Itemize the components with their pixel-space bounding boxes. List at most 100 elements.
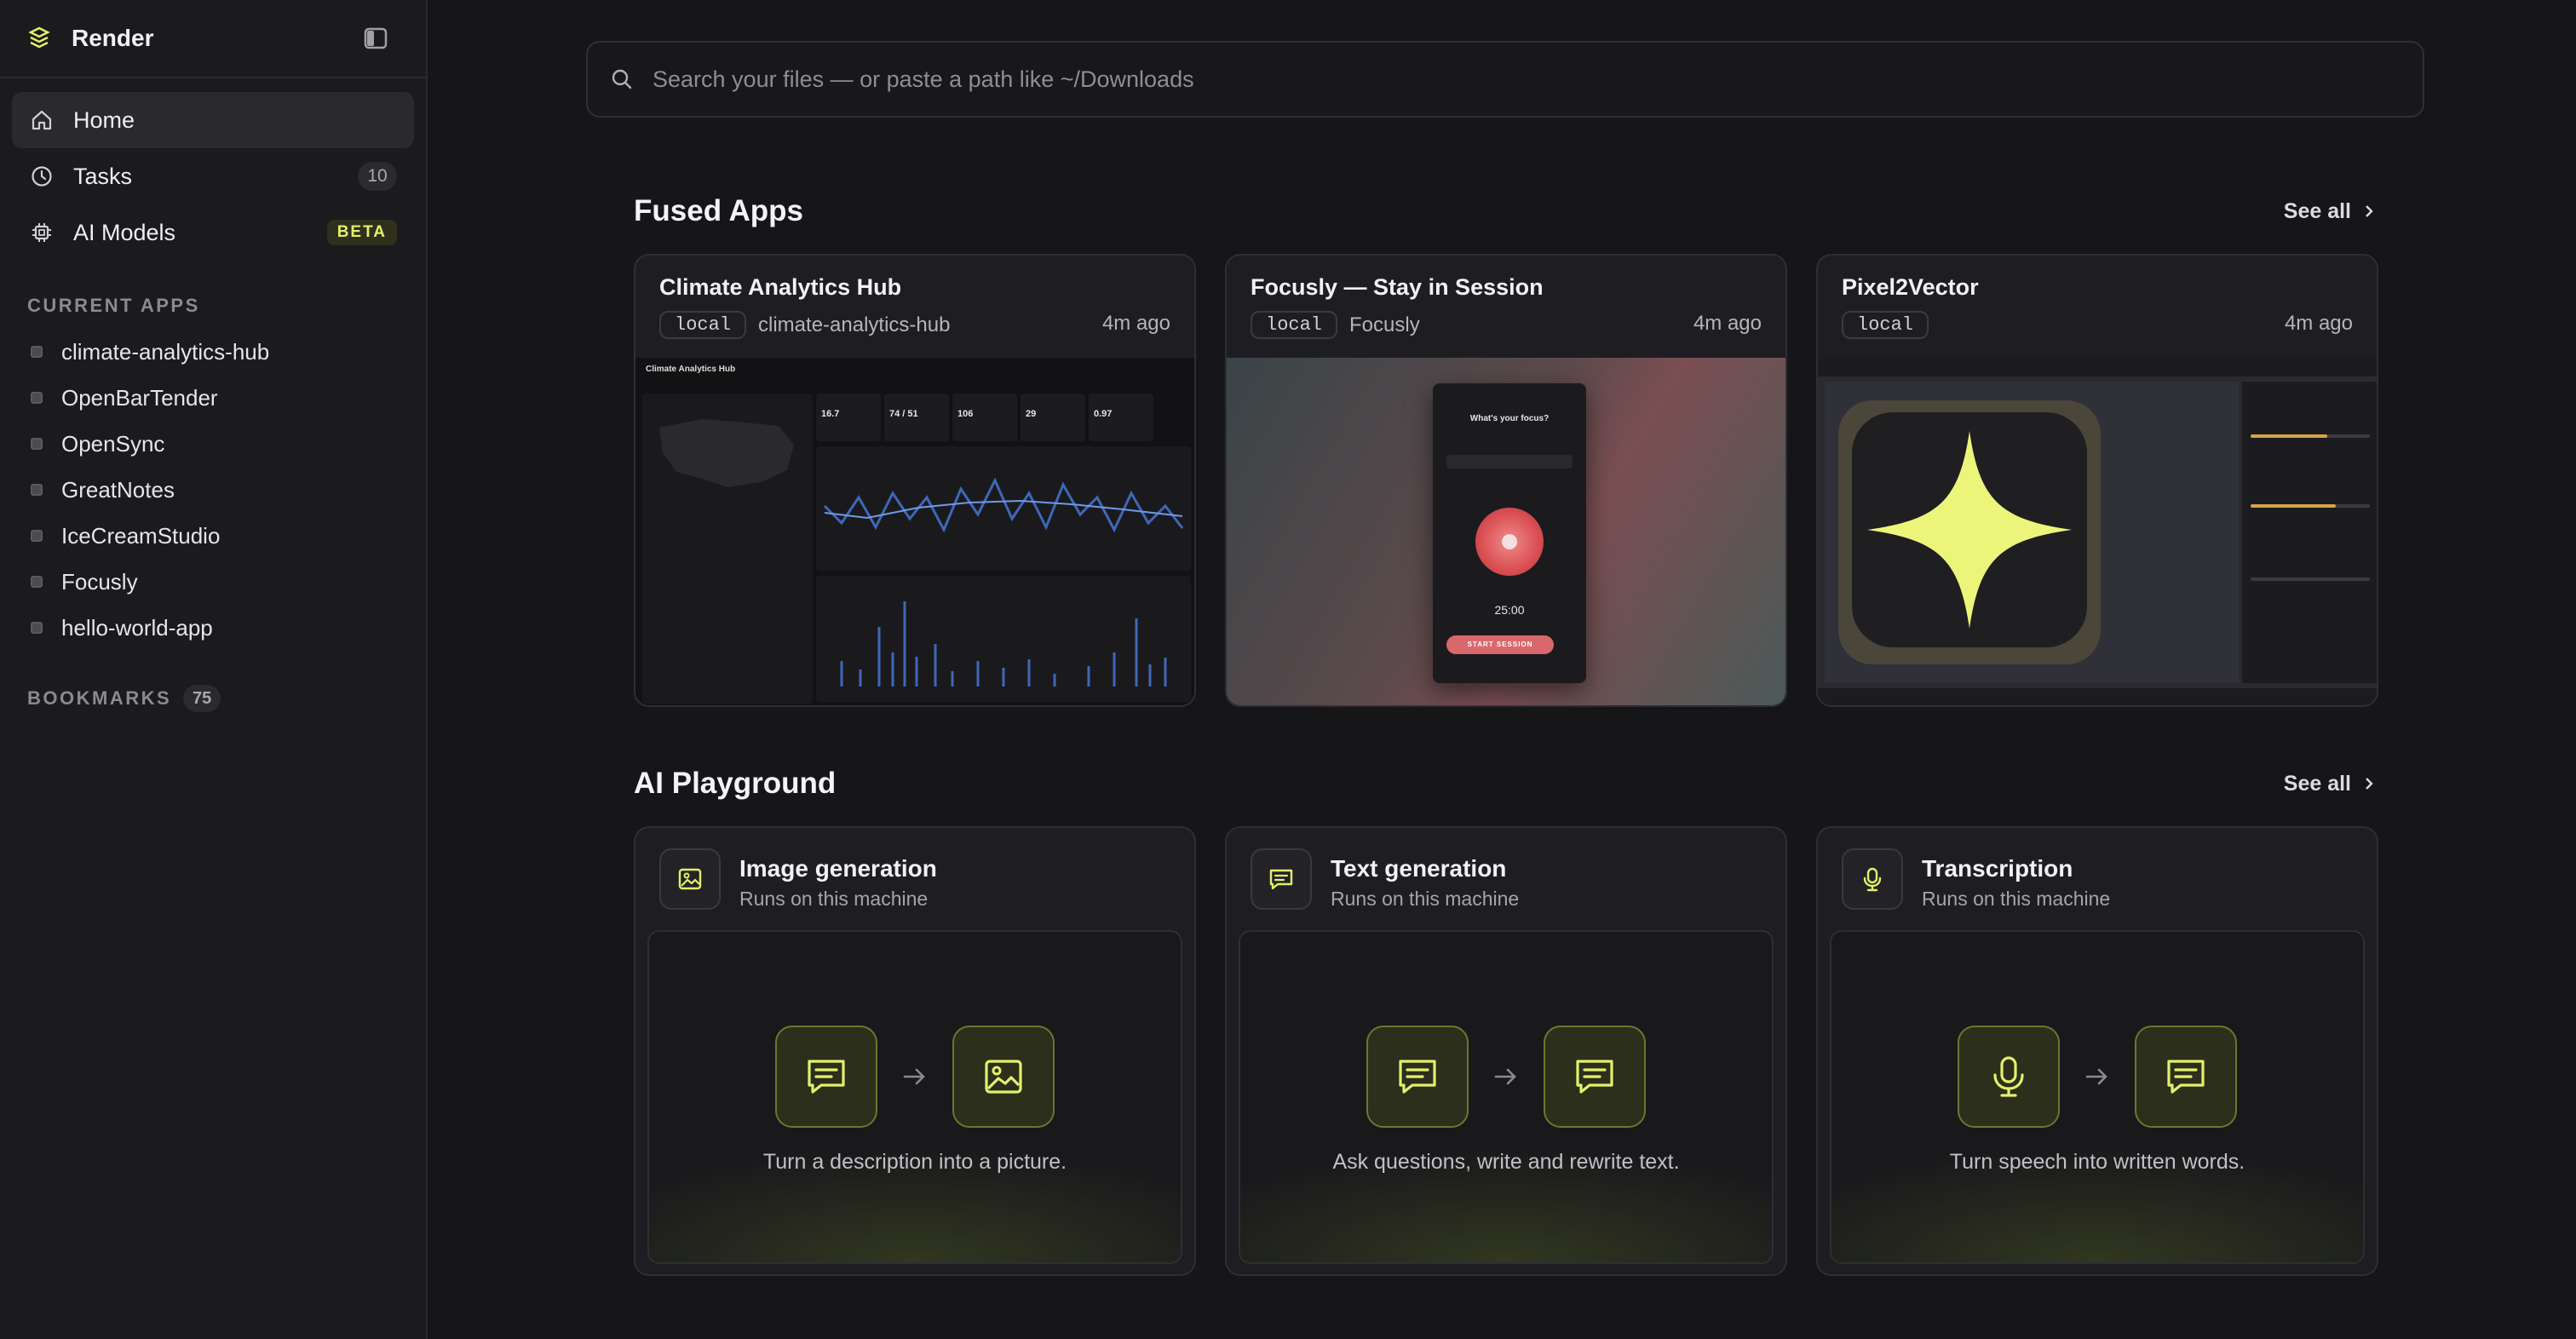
app-label: OpenSync	[61, 430, 165, 457]
timer-dial-graphic	[1475, 508, 1544, 576]
start-session-graphic: START SESSION	[1446, 635, 1554, 654]
nav-item-tasks[interactable]: Tasks 10	[12, 148, 414, 204]
nav-label-ai-models: AI Models	[73, 219, 176, 245]
card-header: Image generation Runs on this machine	[635, 828, 1194, 932]
app-item-hello-world-app[interactable]: hello-world-app	[0, 605, 426, 651]
card-timestamp: 4m ago	[1101, 312, 1170, 335]
stat-tile: 0.97	[1089, 394, 1153, 441]
ai-card-image-generation[interactable]: Image generation Runs on this machine Tu…	[634, 826, 1196, 1276]
flow-diagram	[1831, 1026, 2363, 1128]
app-item-greatnotes[interactable]: GreatNotes	[0, 467, 426, 513]
tasks-count-badge: 10	[358, 162, 397, 191]
stat-value: 16.7	[821, 409, 840, 419]
card-meta: local	[1842, 311, 2353, 339]
preview-map-panel	[642, 394, 813, 704]
chip-icon	[29, 220, 55, 245]
card-header: Focusly — Stay in Session local Focusly …	[1227, 256, 1785, 358]
card-title: Focusly — Stay in Session	[1251, 274, 1544, 300]
card-timestamp: 4m ago	[1693, 312, 1762, 335]
main-nav: Home Tasks 10 AI Models BETA	[0, 78, 426, 261]
app-icon	[31, 346, 43, 358]
ai-playground-header: AI Playground See all	[634, 767, 2375, 801]
chat-icon	[1366, 1026, 1469, 1128]
temperature-line-graphic	[823, 477, 1184, 533]
brand-name: Render	[72, 25, 154, 51]
precipitation-bars-graphic	[840, 601, 1167, 687]
flow-diagram	[649, 1026, 1181, 1128]
chat-icon	[1251, 848, 1312, 910]
app-item-focusly[interactable]: Focusly	[0, 559, 426, 605]
ai-playground-title: AI Playground	[634, 767, 837, 800]
app-label: OpenBarTender	[61, 384, 218, 411]
nav-item-home[interactable]: Home	[12, 92, 414, 148]
card-timestamp: 4m ago	[2284, 312, 2353, 335]
see-all-label: See all	[2283, 771, 2351, 796]
location-tag: local	[1251, 311, 1338, 339]
temperature-chart-panel	[816, 446, 1191, 571]
app-label: GreatNotes	[61, 476, 175, 503]
card-illustration: Turn speech into written words.	[1830, 930, 2365, 1264]
fused-apps-see-all-link[interactable]: See all	[2284, 199, 2375, 224]
card-description: Turn speech into written words.	[1949, 1150, 2245, 1174]
app-item-opensync[interactable]: OpenSync	[0, 421, 426, 467]
app-item-openbartender[interactable]: OpenBarTender	[0, 375, 426, 421]
preview-toolbar	[1818, 358, 2377, 376]
card-header: Climate Analytics Hub local climate-anal…	[635, 256, 1194, 358]
nav-label-tasks: Tasks	[73, 163, 133, 189]
focus-question: What's your focus?	[1469, 414, 1550, 423]
card-illustration: Turn a description into a picture.	[647, 930, 1182, 1264]
card-header: Pixel2Vector local 4m ago	[1818, 256, 2377, 358]
nav-item-ai-models[interactable]: AI Models BETA	[12, 204, 414, 261]
app-item-icecreamstudio[interactable]: IceCreamStudio	[0, 513, 426, 559]
fused-apps-title: Fused Apps	[634, 194, 803, 227]
card-slug: climate-analytics-hub	[758, 313, 951, 336]
ai-playground-grid: Image generation Runs on this machine Tu…	[634, 826, 2378, 1276]
card-title: Text generation	[1331, 855, 1507, 882]
location-tag: local	[1842, 311, 1929, 339]
sidebar-toggle-icon[interactable]	[363, 26, 388, 51]
card-description: Ask questions, write and rewrite text.	[1332, 1150, 1680, 1174]
chevron-right-icon	[2366, 205, 2373, 217]
brand-header: Render	[0, 0, 426, 78]
arrow-right-icon	[903, 1068, 925, 1085]
app-card-pixel2vector[interactable]: Pixel2Vector local 4m ago	[1816, 254, 2378, 707]
precipitation-chart-panel	[816, 576, 1191, 702]
card-title: Image generation	[739, 855, 937, 882]
bookmarks-heading[interactable]: BOOKMARKS 75	[0, 685, 426, 712]
ai-playground-see-all-link[interactable]: See all	[2284, 772, 2375, 796]
stat-value: 0.97	[1094, 409, 1113, 419]
chat-icon	[2135, 1026, 2237, 1128]
mic-icon	[1958, 1026, 2060, 1128]
timer-value: 25:00	[1494, 603, 1525, 617]
ai-card-text-generation[interactable]: Text generation Runs on this machine Ask…	[1225, 826, 1787, 1276]
app-card-focusly[interactable]: Focusly — Stay in Session local Focusly …	[1225, 254, 1787, 707]
search-icon	[612, 69, 632, 89]
preview-statusbar	[1818, 688, 2377, 705]
card-subtitle: Runs on this machine	[1331, 888, 1520, 910]
search-bar[interactable]	[586, 41, 2424, 118]
stat-tile: 16.7	[816, 394, 881, 441]
preview-title: Climate Analytics Hub	[646, 365, 736, 374]
app-card-climate-analytics-hub[interactable]: Climate Analytics Hub local climate-anal…	[634, 254, 1196, 707]
search-input[interactable]	[653, 66, 2401, 93]
stat-value: 74 / 51	[889, 409, 918, 419]
nav-label-home: Home	[73, 106, 135, 133]
stat-value: 106	[957, 409, 974, 419]
app-icon	[31, 392, 43, 404]
climate-preview-thumbnail: Climate Analytics Hub 16.7 74 / 51 106 2…	[635, 358, 1194, 705]
image-icon	[659, 848, 721, 910]
card-title: Pixel2Vector	[1842, 274, 1979, 300]
arrow-right-icon	[1494, 1068, 1516, 1085]
app-icon	[31, 576, 43, 588]
current-apps-list: climate-analytics-hub OpenBarTender Open…	[0, 329, 426, 651]
chevron-right-icon	[2366, 778, 2373, 790]
card-illustration: Ask questions, write and rewrite text.	[1239, 930, 1774, 1264]
app-item-climate-analytics-hub[interactable]: climate-analytics-hub	[0, 329, 426, 375]
app-label: IceCreamStudio	[61, 522, 221, 549]
bookmarks-count-badge: 75	[183, 685, 221, 712]
card-title: Climate Analytics Hub	[659, 274, 902, 300]
ai-card-transcription[interactable]: Transcription Runs on this machine Turn …	[1816, 826, 2378, 1276]
card-description: Turn a description into a picture.	[762, 1150, 1067, 1174]
see-all-label: See all	[2283, 198, 2351, 223]
sparkle-artwork-graphic	[1838, 400, 2101, 664]
